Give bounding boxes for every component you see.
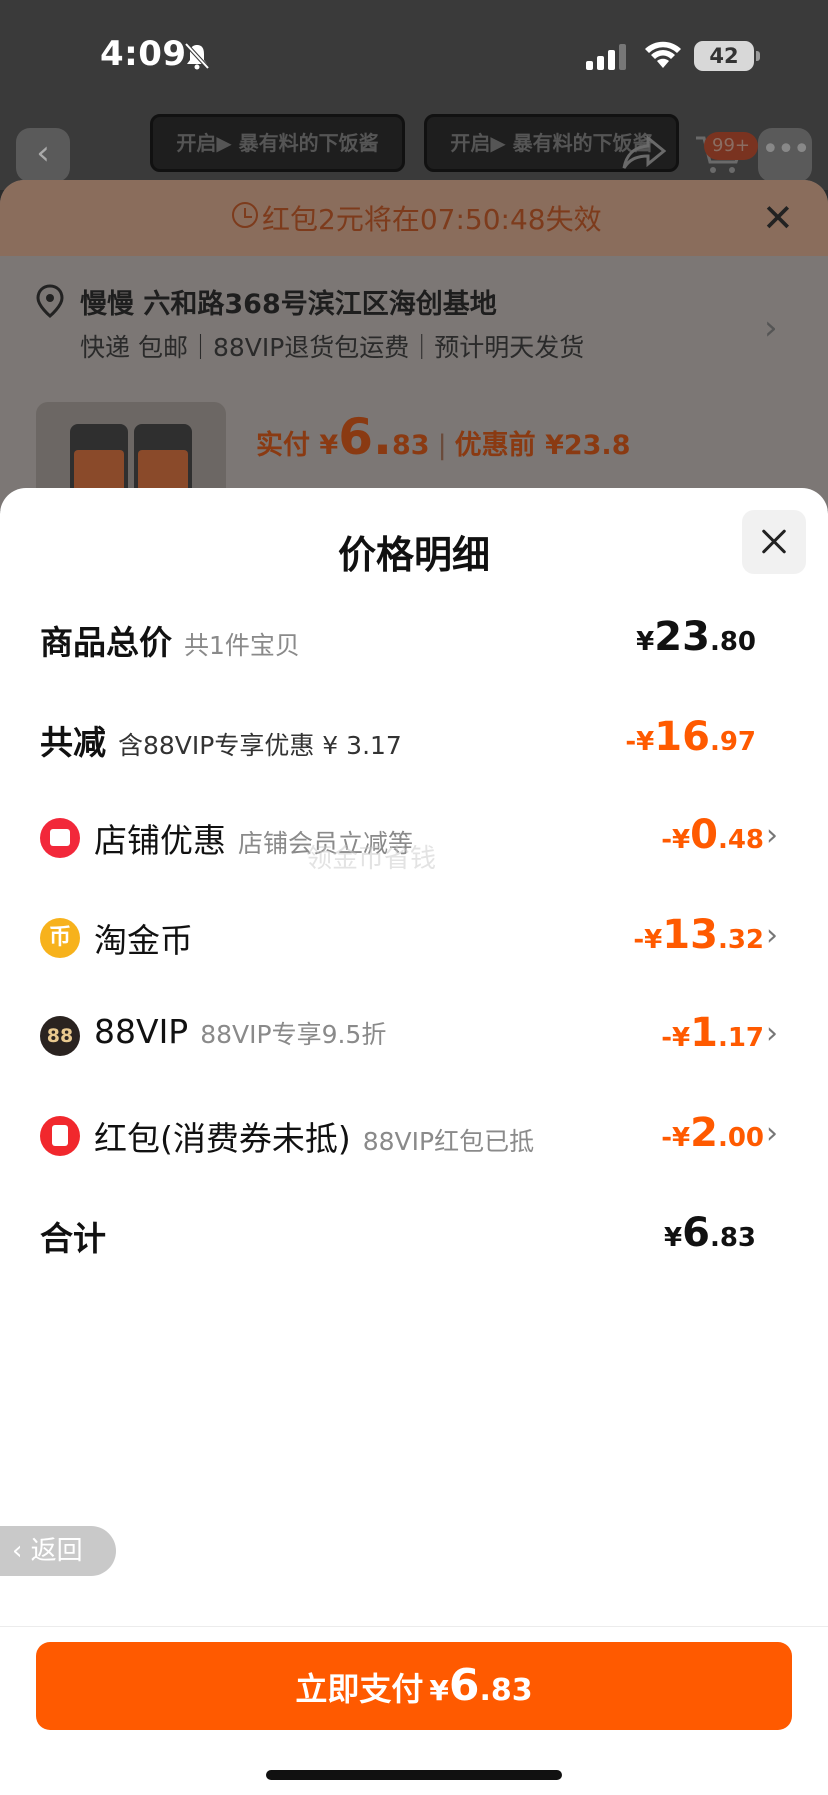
pay-currency: ¥ [429,1674,449,1707]
clock-icon [232,202,258,228]
promo-banner[interactable]: 开启▶ 暴有料的下饭酱 [150,114,405,172]
row-sub: 含88VIP专享优惠 ¥ 3.17 [118,731,402,760]
vip-88-icon: 88 [40,1016,80,1056]
total-goods-row: 商品总价 共1件宝贝 ¥23.80 [0,598,828,678]
pay-amount-int: 6 [448,1660,480,1711]
row-sub: 共1件宝贝 [184,631,300,660]
total-discount-row: 共减 含88VIP专享优惠 ¥ 3.17 -¥16.97 [0,698,828,778]
actual-price-label: 实付 ¥ [256,430,339,461]
status-time: 4:09 [100,34,187,74]
close-button[interactable] [742,510,806,574]
actual-price-int: 6. [338,408,392,466]
vip-row[interactable]: 88 88VIP 88VIP专享9.5折 -¥1.17 › [0,994,828,1074]
row-amount: -¥0.48 [661,812,764,858]
pay-label: 立即支付 [295,1670,424,1708]
back-label: 返回 [30,1536,83,1566]
row-amount: ¥6.83 [664,1210,756,1256]
divider [0,1626,828,1627]
chevron-right-icon: › [766,818,778,853]
chevron-right-icon: › [766,1116,778,1151]
location-pin-icon [36,284,64,318]
signal-icon [586,44,626,70]
row-label: 淘金币 [94,921,193,960]
nav-back-button[interactable]: ‹ [16,128,70,182]
address-name[interactable]: 慢慢 六和路368号滨江区海创基地 [80,282,497,321]
row-label: 共减 含88VIP专享优惠 ¥ 3.17 [40,723,402,762]
address-details: 快递 包邮｜88VIP退货包运费｜预计明天发货 [80,333,585,362]
home-indicator [266,1770,562,1780]
watermark: 领金币省钱 [306,844,437,874]
row-label: 合计 [40,1219,106,1258]
row-amount: -¥13.32 [633,912,764,958]
row-amount: -¥1.17 [661,1010,764,1056]
pay-amount-dec: .83 [479,1673,533,1708]
price-separator: | [437,430,447,461]
bell-off-icon [184,42,210,70]
taojinbi-row[interactable]: 币 淘金币 -¥13.32 › [0,896,828,976]
shop-icon [40,818,80,858]
row-amount: ¥23.80 [636,614,756,660]
close-icon[interactable]: ✕ [762,198,794,238]
share-icon[interactable] [622,134,666,172]
coin-icon: 币 [40,918,80,958]
battery-indicator: 42 [694,41,760,71]
actual-price-dec: 83 [391,430,430,461]
red-packet-icon [40,1116,80,1156]
expiry-warning-bar: 红包2元将在07:50:48失效 ✕ [0,180,828,256]
row-amount: -¥16.97 [625,714,756,760]
chevron-right-icon: › [766,1016,778,1051]
row-sub: 88VIP红包已抵 [362,1127,535,1156]
actual-price-line: 实付 ¥6.83 | 优惠前 ¥23.8 [256,408,630,466]
row-label: 红包(消费券未抵) 88VIP红包已抵 [94,1119,535,1158]
status-bar: 4:09 42 [0,0,828,110]
red-packet-row[interactable]: 红包(消费券未抵) 88VIP红包已抵 -¥2.00 › [0,1094,828,1174]
grand-total-row: 合计 ¥6.83 [0,1194,828,1274]
row-sub: 88VIP专享9.5折 [200,1020,387,1049]
modal-title: 价格明细 [337,533,490,577]
order-sheet-background: 红包2元将在07:50:48失效 ✕ 慢慢 六和路368号滨江区海创基地 快递 … [0,180,828,514]
pay-now-button[interactable]: 立即支付 ¥6.83 [36,1642,792,1730]
cart-badge: 99+ [704,132,758,160]
original-price: 优惠前 ¥23.8 [454,430,631,461]
wifi-icon [645,41,681,68]
chevron-left-icon: ‹ [12,1536,31,1566]
row-label: 商品总价 共1件宝贝 [40,623,300,662]
more-button[interactable]: ••• [758,128,812,182]
price-details-modal: 价格明细 商品总价 共1件宝贝 ¥23.80 共减 含88VIP专享优惠 ¥ 3.1… [0,488,828,1795]
back-button[interactable]: ‹ 返回 [0,1526,116,1576]
chevron-right-icon[interactable]: › [764,308,778,348]
row-amount: -¥2.00 [661,1110,764,1156]
expiry-warning-text: 红包2元将在07:50:48失效 [262,203,602,236]
chevron-right-icon: › [766,918,778,953]
row-label: 88VIP 88VIP专享9.5折 [94,1012,387,1051]
